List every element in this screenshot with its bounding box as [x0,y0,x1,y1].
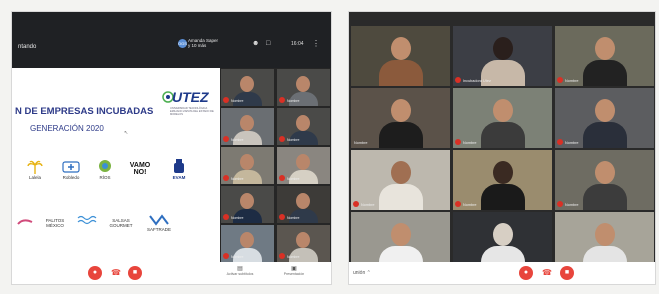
mute-mic-button[interactable]: ● [519,266,533,280]
mic-off-icon [279,136,285,142]
saftrade-logo: SAFTRADE [144,214,174,232]
participant-tile[interactable]: Nombre [221,147,274,184]
salsas-logo: SALSAS GOURMET [109,218,133,228]
meeting-window-right: Incubadora Utez Nombre Nombre Nombre Nom… [349,12,655,284]
participant-tile[interactable]: Nombre [221,225,274,262]
waves-icon [77,215,97,225]
mic-off-icon [279,97,285,103]
robledo-mark-icon [62,161,80,173]
presenting-label: ntando [18,44,37,50]
participant-tile[interactable]: Nombre [555,88,654,148]
mic-off-icon [279,214,285,220]
robledo-logo: Robledo [56,160,86,180]
evam-bottle-icon [174,159,184,173]
bird-logo [14,218,36,227]
meeting-label: unión ⌃ [353,270,371,276]
participant-tile[interactable]: Nombre [221,186,274,223]
mic-off-icon [279,253,285,259]
participants-panel: Nombre Nombre Nombre Nombre Nombre Nombr… [220,68,331,262]
mute-mic-button[interactable]: ● [88,266,102,280]
call-controls: unión ⌃ ● ☎ ■ [349,262,655,284]
participant-tile[interactable]: Nombre [277,225,330,262]
mic-off-icon: ● [92,269,98,276]
chat-icon[interactable]: □ [266,40,270,47]
presenter-others: y 10 más [188,43,207,48]
chevron-up-icon[interactable]: ⌃ [367,270,371,276]
call-controls: ● ☎ ■ ▤ Activar subtítulos ▣ Presentació… [12,262,331,284]
presenter-avatar: OGS [178,39,187,48]
lalela-logo: Lalela [20,160,50,180]
participant-tile[interactable] [351,26,450,86]
present-icon: ▣ [291,266,297,272]
participant-tile[interactable]: Nombre [351,150,450,210]
mic-off-icon [353,201,359,207]
mic-off-icon: ● [523,269,529,276]
people-icon[interactable]: ☻ [252,40,259,47]
bird-icon [17,219,33,225]
mic-off-icon [223,214,229,220]
shared-presentation: N DE EMPRESAS INCUBADAS GENERACIÓN 2020 … [12,68,217,262]
participant-tile[interactable]: Nombre [277,108,330,145]
camera-off-button[interactable]: ■ [560,266,574,280]
camera-off-icon: ■ [564,269,570,276]
camera-off-icon: ■ [132,269,138,276]
presenter-info: Amanda Saper y 10 más [188,38,218,48]
meeting-top-bar: ntando OGS Amanda Saper y 10 más ☻ □ 16:… [12,12,331,68]
mic-off-icon [557,77,563,83]
camera-off-button[interactable]: ■ [128,266,142,280]
participant-grid: Incubadora Utez Nombre Nombre Nombre Nom… [349,12,655,272]
participant-tile[interactable]: Nombre [221,69,274,106]
evam-logo: EVAM [164,158,194,180]
hang-up-button[interactable]: ☎ [542,268,552,277]
mic-off-icon [279,175,285,181]
participant-tile[interactable]: Incubadora Utez [453,26,552,86]
palitos-logo: PALITOS MÉXICO [45,218,65,228]
participant-tile[interactable]: Nombre [277,186,330,223]
more-options-icon[interactable]: ⋮ [312,39,320,48]
participant-tile[interactable]: Nombre [277,147,330,184]
mic-off-icon [557,139,563,145]
captions-icon: ▤ [237,266,243,272]
saftrade-mark-icon [149,214,169,226]
mic-off-icon [223,97,229,103]
utez-logo: UTEZ UNIVERSIDAD TECNOLÓGICA EMILIANO ZA… [162,88,214,122]
slide-subtitle: GENERACIÓN 2020 [30,124,104,133]
mic-off-icon [223,253,229,259]
participant-tile[interactable]: Nombre [453,88,552,148]
mic-off-icon [455,201,461,207]
participant-tile[interactable]: Nombre [221,108,274,145]
participant-tile[interactable]: Nombre [453,150,552,210]
waves-logo [74,214,100,227]
palm-icon [27,160,43,174]
cursor-icon: ↖ [124,130,129,136]
mic-off-icon [455,77,461,83]
participant-tile[interactable]: Nombre [351,88,450,148]
mic-off-icon [455,139,461,145]
mic-off-icon [557,201,563,207]
mic-off-icon [223,136,229,142]
captions-button[interactable]: ▤ Activar subtítulos [220,265,260,276]
participant-tile[interactable]: Nombre [555,26,654,86]
mic-off-icon [223,175,229,181]
participant-tile[interactable]: Nombre [277,69,330,106]
vamo-logo: VAMO NO! [129,162,151,176]
hang-up-button[interactable]: ☎ [111,268,121,277]
rios-mark-icon [99,160,111,172]
slide-title: N DE EMPRESAS INCUBADAS [15,106,154,117]
present-button[interactable]: ▣ Presentación [274,265,314,276]
utez-name: UTEZ [172,89,209,105]
participant-tile[interactable]: Nombre [555,150,654,210]
utez-fullname: UNIVERSIDAD TECNOLÓGICA EMILIANO ZAPATA … [170,107,214,116]
meeting-window-left: ntando OGS Amanda Saper y 10 más ☻ □ 16:… [12,12,331,284]
meeting-clock: 16:04 [291,41,304,47]
rios-logo: RÍOS [90,158,120,180]
